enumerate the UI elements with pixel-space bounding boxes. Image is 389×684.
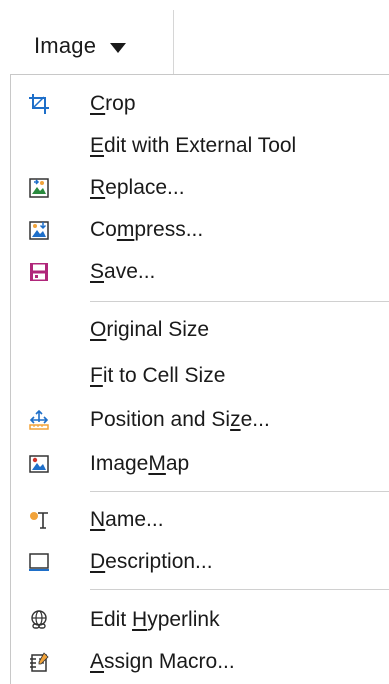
menu-item-original-size[interactable]: Original Size — [11, 309, 389, 351]
position-size-icon — [27, 408, 51, 432]
menu-item-fit-to-cell-size[interactable]: Fit to Cell Size — [11, 355, 389, 397]
image-menu-label: Image — [34, 33, 97, 58]
menu-item-compress[interactable]: Compress... — [11, 209, 389, 251]
description-icon — [27, 550, 51, 574]
menu-item-imagemap[interactable]: ImageMap — [11, 443, 389, 485]
name-icon — [27, 508, 51, 532]
compress-image-icon — [27, 218, 51, 242]
image-menu-screen: Image Crop Edit with External Tool Repla… — [0, 0, 389, 684]
menu-item-edit-hyperlink[interactable]: Edit Hyperlink — [11, 599, 389, 641]
crop-icon — [27, 92, 51, 116]
image-context-menu: Crop Edit with External Tool Replace... — [10, 74, 389, 684]
save-icon — [27, 260, 51, 284]
menu-item-name[interactable]: Name... — [11, 499, 389, 541]
hyperlink-icon — [27, 608, 51, 632]
menu-item-position-and-size[interactable]: Position and Size... — [11, 399, 389, 441]
menu-item-description[interactable]: Description... — [11, 541, 389, 583]
menu-item-replace[interactable]: Replace... — [11, 167, 389, 209]
menu-item-assign-macro[interactable]: Assign Macro... — [11, 641, 389, 683]
menu-item-edit-external-tool[interactable]: Edit with External Tool — [11, 125, 389, 167]
menu-item-save[interactable]: Save... — [11, 251, 389, 293]
imagemap-icon — [27, 452, 51, 476]
toolbar-separator — [173, 10, 174, 74]
image-menu-button[interactable]: Image — [14, 18, 170, 74]
replace-image-icon — [27, 176, 51, 200]
assign-macro-icon — [27, 650, 51, 674]
menu-separator — [90, 301, 389, 302]
menu-separator — [90, 491, 389, 492]
menu-item-crop[interactable]: Crop — [11, 83, 389, 125]
chevron-down-icon — [110, 43, 127, 53]
menu-separator — [90, 589, 389, 590]
